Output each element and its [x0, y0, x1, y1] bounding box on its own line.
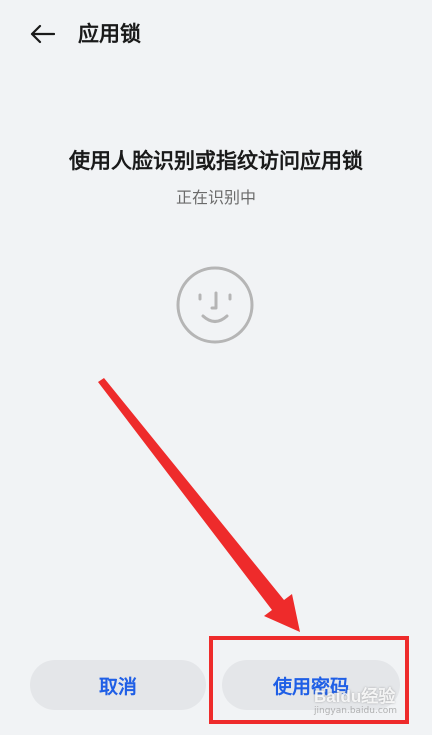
page-title: 应用锁	[78, 22, 141, 46]
app-lock-screen: 应用锁 使用人脸识别或指纹访问应用锁 正在识别中 取消 使用密码 Baidu经验…	[0, 0, 432, 735]
top-bar: 应用锁	[0, 0, 432, 68]
recognition-status: 正在识别中	[175, 188, 256, 207]
auth-heading: 使用人脸识别或指纹访问应用锁	[69, 149, 363, 173]
use-password-button[interactable]: 使用密码	[222, 660, 400, 710]
cancel-button[interactable]: 取消	[30, 660, 206, 710]
face-recognition-icon	[176, 266, 254, 344]
annotation-arrow	[98, 378, 300, 632]
back-button[interactable]	[24, 18, 60, 50]
arrow-left-icon	[30, 24, 55, 44]
